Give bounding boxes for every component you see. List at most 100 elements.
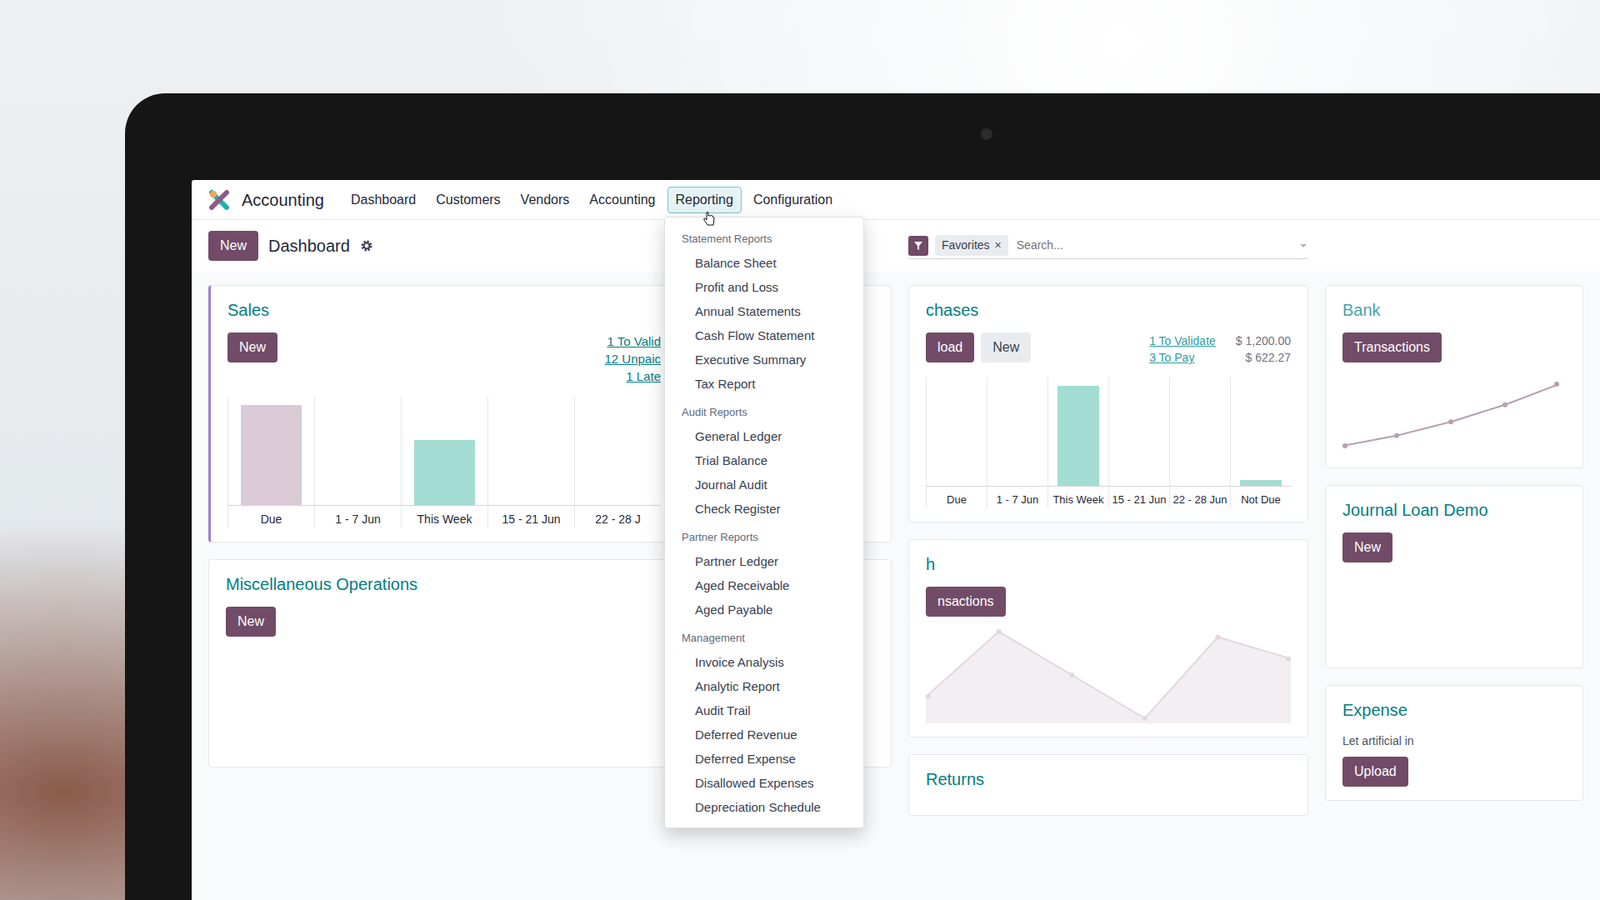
nav-item[interactable]: Vendors	[512, 186, 579, 214]
bar-area	[315, 396, 401, 505]
chart-column: This Week	[1047, 377, 1109, 509]
chart-column: 1 - 7 Jun	[986, 377, 1048, 509]
stat-link[interactable]: 1 Late	[604, 367, 661, 385]
menu-item[interactable]: Disallowed Expenses	[665, 770, 864, 795]
chart-bar[interactable]	[1057, 385, 1100, 486]
filter-icon[interactable]	[908, 235, 929, 256]
stat-link[interactable]: 1 To Valid	[604, 332, 661, 350]
chart-point[interactable]	[925, 694, 931, 700]
menu-item[interactable]: Analytic Report	[665, 674, 864, 699]
dashboard-column: chases loadNew 1 To Validate $ 1,200.00 3 To…	[908, 285, 1309, 816]
nav-item[interactable]: Reporting	[667, 186, 742, 214]
menu-item[interactable]: General Ledger	[665, 424, 864, 449]
bar-area	[1230, 377, 1291, 486]
app-name[interactable]: Accounting	[241, 187, 325, 213]
menu-item[interactable]: Executive Summary	[665, 347, 864, 372]
menu-item[interactable]: Trial Balance	[665, 448, 864, 473]
card-title[interactable]: Bank	[1342, 297, 1566, 323]
chart-point[interactable]	[1502, 402, 1508, 408]
new-button[interactable]: New	[1342, 532, 1393, 563]
nav-item[interactable]: Customers	[427, 186, 509, 214]
chart-bar[interactable]	[414, 440, 475, 505]
card-title[interactable]: Sales	[227, 297, 661, 323]
stat-amount: $ 1,200.00	[1235, 332, 1291, 350]
chart-point[interactable]	[1285, 655, 1291, 661]
nav-item[interactable]: Dashboard	[342, 186, 425, 214]
menu-item[interactable]: Aged Receivable	[665, 573, 864, 598]
bank-cash-card: h nsactions	[908, 539, 1309, 738]
chart-area	[925, 631, 1291, 724]
new-entry-button[interactable]: New	[225, 606, 276, 637]
chart-column: This Week	[400, 396, 488, 529]
menu-item[interactable]: Deferred Expense	[665, 746, 864, 771]
search-input[interactable]	[1015, 235, 1292, 255]
purchases-stats: 1 To Validate $ 1,200.00 3 To Pay $ 622.27	[1149, 332, 1291, 366]
card-title[interactable]: Expense	[1342, 697, 1566, 723]
chart-point[interactable]	[1142, 715, 1148, 721]
menu-item[interactable]: Cash Flow Statement	[665, 323, 864, 348]
laptop-bezel: AccountingDashboardCustomersVendorsAccou…	[125, 93, 1600, 900]
bar-label: Due	[926, 485, 987, 509]
transactions-button[interactable]: nsactions	[925, 586, 1006, 617]
bar-label: 1 - 7 Jun	[315, 505, 401, 529]
bar-label: Not Due	[1230, 485, 1291, 509]
misc-content: Miscellaneous Operations New	[225, 571, 660, 637]
hand-cursor-icon	[703, 211, 715, 227]
menu-item[interactable]: Check Register	[665, 496, 864, 521]
card-title[interactable]: Miscellaneous Operations	[225, 571, 660, 597]
menu-item[interactable]: Depreciation Schedule	[665, 795, 864, 820]
chart-point[interactable]	[1342, 443, 1348, 449]
facet-remove[interactable]: ×	[995, 236, 1002, 255]
chart-point[interactable]	[1554, 381, 1560, 387]
control-panel: NewDashboardFavorites×	[191, 220, 1600, 272]
sales-content: Sales New 1 To Valid12 Unpaic1 Late Due1 - …	[227, 297, 661, 529]
menu-item[interactable]: Aged Payable	[665, 597, 864, 622]
stat-link[interactable]: 3 To Pay	[1149, 349, 1216, 366]
nav-item[interactable]: Configuration	[745, 186, 841, 214]
sales-header: New 1 To Valid12 Unpaic1 Late	[227, 332, 661, 385]
gear-icon[interactable]	[360, 239, 374, 253]
chart-bar[interactable]	[240, 405, 301, 505]
chart-point[interactable]	[996, 629, 1002, 635]
chart-point[interactable]	[1394, 433, 1400, 439]
nav-item[interactable]: Accounting	[580, 186, 664, 214]
funnel-icon	[913, 240, 924, 251]
new-invoice-button[interactable]: New	[227, 332, 278, 363]
search-bar[interactable]: Favorites×	[908, 232, 1309, 260]
card-title[interactable]: Journal Loan Demo	[1342, 497, 1566, 523]
card-title[interactable]: h	[925, 551, 1291, 577]
menu-item[interactable]: Balance Sheet	[665, 250, 864, 275]
chart-bar[interactable]	[1240, 480, 1282, 486]
chart-line	[1342, 384, 1560, 446]
menu-section-header: Statement Reports	[665, 227, 864, 251]
transactions-button[interactable]: Transactions	[1342, 332, 1442, 363]
bar-area	[926, 377, 987, 486]
menu-item[interactable]: Profit and Loss	[665, 275, 864, 300]
stat-link[interactable]: 1 To Validate	[1149, 332, 1216, 350]
stat-amount: $ 622.27	[1235, 349, 1291, 366]
menu-item[interactable]: Partner Ledger	[665, 549, 864, 574]
menu-item[interactable]: Tax Report	[665, 371, 864, 396]
area-chart	[925, 623, 1291, 724]
chart-point[interactable]	[1215, 634, 1220, 640]
menu-item[interactable]: Journal Audit	[665, 472, 864, 497]
purchase-button[interactable]: New	[980, 332, 1031, 363]
menu-item[interactable]: Annual Statements	[665, 299, 864, 324]
card-title[interactable]: Returns	[925, 766, 1291, 792]
bar-chart: Due1 - 7 JunThis Week15 - 21 Jun22 - 28 …	[227, 396, 661, 529]
bar-area	[1170, 377, 1230, 486]
menu-item[interactable]: Deferred Revenue	[665, 722, 864, 747]
menu-item[interactable]: Audit Trail	[665, 698, 864, 723]
menu-item[interactable]: Invoice Analysis	[665, 650, 864, 675]
chart-point[interactable]	[1448, 419, 1454, 425]
upload-button[interactable]: Upload	[1342, 756, 1409, 787]
new-button[interactable]: New	[208, 230, 259, 261]
stat-link[interactable]: 12 Unpaic	[604, 350, 661, 368]
bar-label: 1 - 7 Jun	[987, 485, 1048, 509]
bar-area	[1109, 377, 1170, 486]
card-title[interactable]: chases	[925, 297, 1291, 323]
expense-hint: Let artificial in	[1342, 732, 1566, 750]
area-chart-wrap	[925, 623, 1291, 724]
purchase-button[interactable]: load	[925, 332, 975, 363]
chart-point[interactable]	[1069, 672, 1075, 678]
